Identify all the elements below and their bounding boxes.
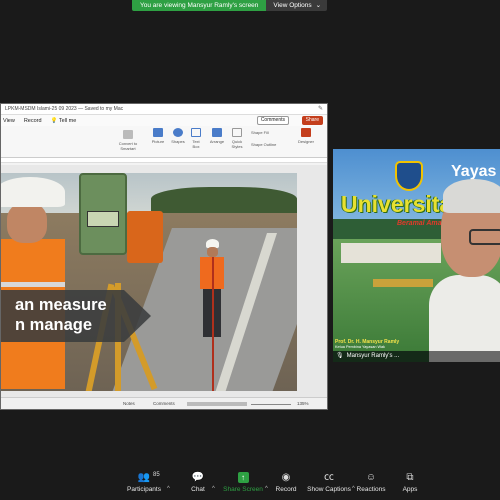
ppt-status-bar: Notes Comments 135%: [1, 397, 327, 409]
meeting-toolbar: 👥 Participants 85 ^ 💬 Chat ^ ↑ Share Scr…: [0, 472, 500, 500]
slide-survey-pole: [212, 257, 214, 391]
menu-view[interactable]: View: [3, 118, 15, 124]
apps-icon: ⧉: [406, 472, 414, 483]
arrange-button[interactable]: Arrange: [207, 128, 227, 144]
status-comments-button[interactable]: Comments: [153, 401, 175, 406]
view-options-button[interactable]: View Options ⌄: [266, 0, 328, 11]
quick-styles-icon: [232, 128, 242, 137]
banner-roof: [373, 279, 433, 287]
participant-name-label: 🎙 Mansyur Ramly's ...: [336, 352, 400, 360]
document-title: LPKM-MSDM Islami-25 09 2023 — Saved to m…: [5, 106, 124, 112]
slide-tractor: [127, 211, 163, 263]
quick-styles-button[interactable]: Quick Styles: [229, 128, 245, 149]
participants-button[interactable]: 👥 Participants: [119, 472, 169, 493]
participants-caret-icon[interactable]: ^: [167, 486, 170, 492]
speaker-video[interactable]: Yayas Universitas Beramal Amaliah - Berd…: [333, 149, 500, 362]
ppt-title-bar: LPKM-MSDM Islami-25 09 2023 — Saved to m…: [1, 104, 327, 115]
apps-button[interactable]: ⧉ Apps: [385, 472, 435, 493]
ruler: [1, 158, 327, 163]
ppt-ribbon: Convert to Smartart Picture Shapes Text …: [1, 126, 327, 158]
slide-worker-near: [1, 177, 65, 391]
chat-button[interactable]: 💬 Chat: [173, 472, 223, 493]
designer-button[interactable]: Designer: [295, 128, 317, 144]
shapes-button[interactable]: Shapes: [168, 128, 188, 144]
picture-icon: [153, 128, 163, 137]
chat-caret-icon[interactable]: ^: [212, 486, 215, 492]
share-button[interactable]: Share: [301, 116, 323, 125]
designer-icon: [301, 128, 311, 137]
participant-count: 85: [153, 472, 160, 478]
share-screen-icon: ↑: [237, 472, 249, 483]
mic-icon: 🎙: [336, 353, 344, 359]
text-box-button[interactable]: Text Box: [189, 128, 203, 149]
pen-icon[interactable]: ✎: [318, 104, 323, 115]
zoom-slider[interactable]: [251, 404, 291, 405]
chevron-down-icon: ⌄: [315, 2, 322, 9]
shapes-icon: [173, 128, 183, 137]
menu-record[interactable]: Record: [24, 118, 42, 124]
slide-canvas: an measure n manage: [1, 165, 327, 397]
arrange-icon: [212, 128, 222, 137]
chat-icon: 💬: [191, 472, 205, 483]
menu-tell-me[interactable]: 💡 Tell me: [51, 118, 77, 124]
ppt-menu-bar: View Record 💡 Tell me Comments Share: [1, 115, 327, 126]
comments-button[interactable]: Comments: [256, 116, 289, 125]
notes-button[interactable]: Notes: [123, 401, 135, 406]
text-box-icon: [191, 128, 201, 137]
participants-icon: 👥: [137, 472, 151, 483]
view-options-label: View Options: [273, 2, 312, 9]
banner-prof-role: Ketua Pembina Yayasan Wak: [335, 345, 385, 349]
convert-smartart-button[interactable]: Convert to Smartart: [113, 130, 143, 151]
viewing-screen-label: You are viewing Mansyur Ramly's screen: [132, 0, 267, 11]
slide-caption-line2: n manage: [15, 316, 93, 334]
share-banner: You are viewing Mansyur Ramly's screen V…: [132, 0, 328, 11]
picture-button[interactable]: Picture: [149, 128, 167, 144]
slide-worker-far: [197, 239, 225, 339]
shape-fill-button[interactable]: Shape Fill: [251, 130, 291, 135]
slide-survey-instrument: [79, 173, 127, 255]
banner-building: [341, 243, 441, 263]
shape-outline-button[interactable]: Shape Outline: [251, 142, 291, 147]
smartart-icon: [123, 130, 133, 139]
view-buttons[interactable]: [187, 402, 247, 406]
shared-screen[interactable]: LPKM-MSDM Islami-25 09 2023 — Saved to m…: [0, 103, 328, 410]
zoom-level[interactable]: 135%: [297, 401, 309, 406]
university-seal-icon: [395, 161, 423, 191]
slide-caption-line1: an measure: [15, 296, 107, 314]
slide-caption-box: an measure n manage: [1, 290, 151, 342]
slide[interactable]: an measure n manage: [1, 173, 297, 391]
speaker-person: [429, 179, 500, 362]
